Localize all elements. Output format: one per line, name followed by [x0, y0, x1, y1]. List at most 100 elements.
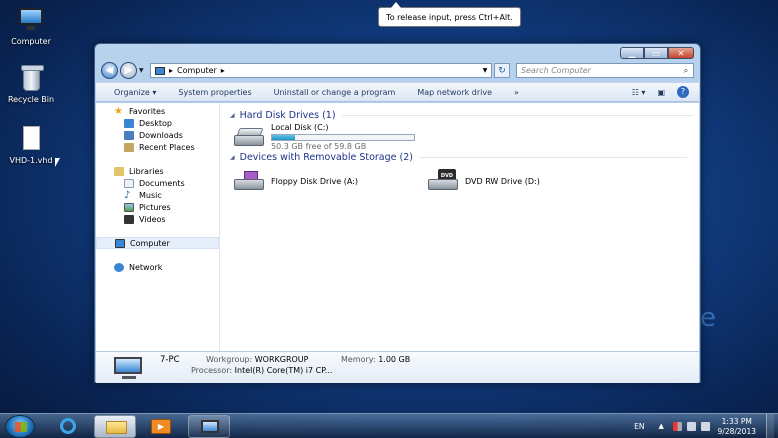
minimize-button[interactable]: ▁: [620, 47, 644, 59]
videos-icon: [124, 214, 134, 224]
nav-computer[interactable]: Computer: [96, 237, 219, 249]
forward-button[interactable]: ▶: [120, 62, 137, 79]
nav-videos[interactable]: Videos: [96, 213, 219, 225]
mouse-cursor-icon: [55, 158, 60, 167]
taskbar-computer-window[interactable]: [188, 415, 230, 438]
computer-small-icon: [155, 66, 165, 75]
preview-pane-icon[interactable]: ▣: [657, 88, 665, 97]
group-title: Hard Disk Drives (1): [239, 109, 336, 121]
drive-usage-bar: [271, 134, 415, 141]
drive-name: Floppy Disk Drive (A:): [271, 176, 359, 186]
processor-value: Intel(R) Core(TM) i7 CP...: [234, 366, 333, 375]
map-network-drive-button[interactable]: Map network drive: [417, 88, 492, 97]
more-commands-button[interactable]: »: [514, 88, 519, 97]
desktop-icon-recycle-bin[interactable]: Recycle Bin: [1, 64, 61, 104]
volume-icon[interactable]: [700, 422, 710, 431]
collapse-triangle-icon[interactable]: ◢: [230, 112, 235, 119]
nav-label: Favorites: [129, 106, 166, 116]
drive-local-disk-c[interactable]: Local Disk (C:) 50.3 GB free of 59.8 GB: [232, 123, 415, 151]
start-button[interactable]: [5, 415, 35, 438]
dvd-drive-icon: DVD: [426, 169, 460, 193]
organize-label: Organize: [114, 87, 150, 97]
help-icon[interactable]: ?: [677, 86, 689, 98]
window-controls: ▁ ▭ ✕: [620, 47, 694, 59]
nav-libraries[interactable]: Libraries: [96, 165, 219, 177]
processor-info: Processor: Intel(R) Core(TM) i7 CP...: [191, 366, 332, 375]
libraries-icon: [114, 166, 124, 176]
breadcrumb-separator-icon[interactable]: ▸: [221, 66, 225, 75]
show-hidden-icons-icon[interactable]: ▲: [659, 422, 668, 431]
drive-floppy-a[interactable]: Floppy Disk Drive (A:): [232, 169, 358, 193]
recent-places-icon: [124, 142, 134, 152]
desktop-icon-label: VHD-1.vhd: [9, 156, 53, 165]
maximize-button[interactable]: ▭: [644, 47, 668, 59]
release-input-tooltip: To release input, press Ctrl+Alt.: [378, 2, 521, 27]
hard-drive-icon: [232, 125, 266, 149]
workgroup-info: Workgroup: WORKGROUP: [206, 355, 308, 364]
nav-label: Recent Places: [139, 142, 195, 152]
documents-icon: [124, 178, 134, 188]
nav-label: Music: [139, 190, 162, 200]
nav-favorites[interactable]: ★ Favorites: [96, 105, 219, 117]
recent-pages-dropdown[interactable]: ▼: [139, 67, 147, 74]
address-dropdown-icon[interactable]: ▼: [479, 67, 491, 74]
media-player-icon: ▶: [151, 419, 171, 434]
star-icon: ★: [114, 105, 123, 117]
drives-view: ◢ Hard Disk Drives (1) Local Disk (C:) 5…: [220, 103, 699, 351]
nav-desktop[interactable]: Desktop: [96, 117, 219, 129]
taskbar: ▶ EN ▲ 1:33 PM 9/28/2013: [0, 413, 778, 438]
nav-documents[interactable]: Documents: [96, 177, 219, 189]
clock[interactable]: 1:33 PM 9/28/2013: [718, 417, 756, 437]
search-icon[interactable]: ⌕: [679, 66, 693, 76]
close-button[interactable]: ✕: [668, 47, 694, 59]
collapse-triangle-icon[interactable]: ◢: [230, 154, 235, 161]
desktop-icon-vhd-file[interactable]: VHD-1.vhd: [1, 125, 61, 165]
refresh-button[interactable]: ↻: [494, 63, 510, 78]
network-tray-icon[interactable]: [686, 422, 696, 431]
address-row: ◀ ▶ ▼ ▸ Computer ▸ ▼ ↻ Search Computer ⌕: [101, 62, 694, 79]
explorer-window: ▁ ▭ ✕ ◀ ▶ ▼ ▸ Computer ▸ ▼ ↻ Search Comp…: [94, 43, 701, 383]
nav-downloads[interactable]: Downloads: [96, 129, 219, 141]
computer-icon: [115, 238, 125, 248]
nav-recent-places[interactable]: Recent Places: [96, 141, 219, 153]
nav-music[interactable]: ♪ Music: [96, 189, 219, 201]
desktop-folder-icon: [124, 118, 134, 128]
system-properties-button[interactable]: System properties: [178, 88, 251, 97]
computer-icon: [114, 355, 148, 379]
breadcrumb-computer[interactable]: Computer: [177, 66, 217, 75]
file-icon: [16, 125, 46, 153]
organize-menu[interactable]: Organize ▾: [114, 88, 156, 97]
navigation-pane: ★ Favorites Desktop Downloads Recent Plac…: [96, 103, 220, 351]
nav-label: Pictures: [139, 202, 171, 212]
nav-label: Network: [129, 262, 163, 272]
group-title: Devices with Removable Storage (2): [239, 151, 413, 163]
search-input[interactable]: Search Computer ⌕: [516, 63, 694, 78]
nav-network[interactable]: Network: [96, 261, 219, 273]
language-indicator[interactable]: EN: [634, 422, 644, 431]
view-options-icon[interactable]: ☷ ▾: [632, 88, 646, 97]
uninstall-program-button[interactable]: Uninstall or change a program: [274, 88, 396, 97]
downloads-folder-icon: [124, 130, 134, 140]
address-bar[interactable]: ▸ Computer ▸ ▼: [150, 63, 492, 78]
taskbar-internet-explorer[interactable]: [47, 415, 89, 438]
processor-label: Processor:: [191, 366, 233, 375]
nav-pictures[interactable]: Pictures: [96, 201, 219, 213]
desktop-icon-label: Computer: [11, 37, 51, 46]
show-desktop-button[interactable]: [766, 414, 774, 438]
removable-storage-group-header[interactable]: ◢ Devices with Removable Storage (2): [230, 150, 693, 164]
action-center-flag-icon[interactable]: [672, 422, 682, 431]
nav-label: Desktop: [139, 118, 172, 128]
desktop-icon-computer[interactable]: Computer: [1, 6, 61, 46]
workgroup-label: Workgroup:: [206, 355, 253, 364]
nav-label: Documents: [139, 178, 185, 188]
taskbar-media-player[interactable]: ▶: [140, 415, 182, 438]
command-bar: Organize ▾ System properties Uninstall o…: [96, 82, 699, 102]
hard-disk-group-header[interactable]: ◢ Hard Disk Drives (1): [230, 108, 699, 122]
back-button[interactable]: ◀: [101, 62, 118, 79]
drive-dvd-rw-d[interactable]: DVD DVD RW Drive (D:): [426, 169, 540, 193]
workgroup-value: WORKGROUP: [254, 355, 309, 364]
taskbar-windows-explorer[interactable]: [94, 415, 136, 438]
breadcrumb-separator-icon[interactable]: ▸: [169, 66, 173, 75]
nav-label: Computer: [130, 238, 170, 248]
details-pane: 7-PC Workgroup: WORKGROUP Memory: 1.00 G…: [96, 351, 699, 383]
